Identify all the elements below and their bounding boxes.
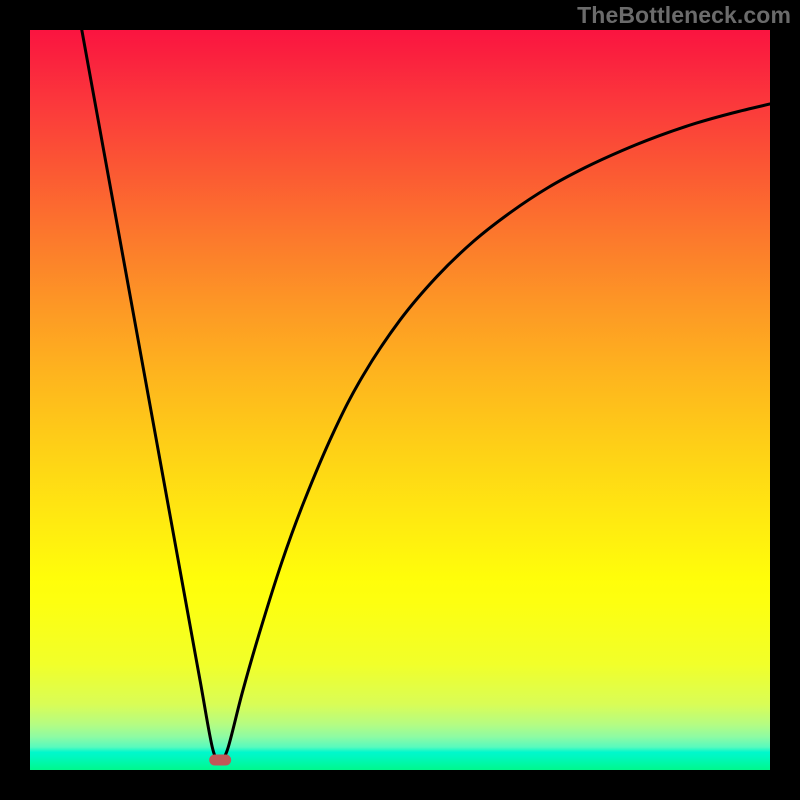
bottleneck-curve [82,30,770,760]
series-left-branch [82,30,220,760]
notch-pill [209,755,231,766]
chart-container: TheBottleneck.com [0,0,800,800]
series-right-branch [220,104,770,760]
curve-layer [30,30,770,770]
watermark-label: TheBottleneck.com [577,2,791,29]
notch-marker [209,755,231,766]
plot-area [30,30,770,770]
